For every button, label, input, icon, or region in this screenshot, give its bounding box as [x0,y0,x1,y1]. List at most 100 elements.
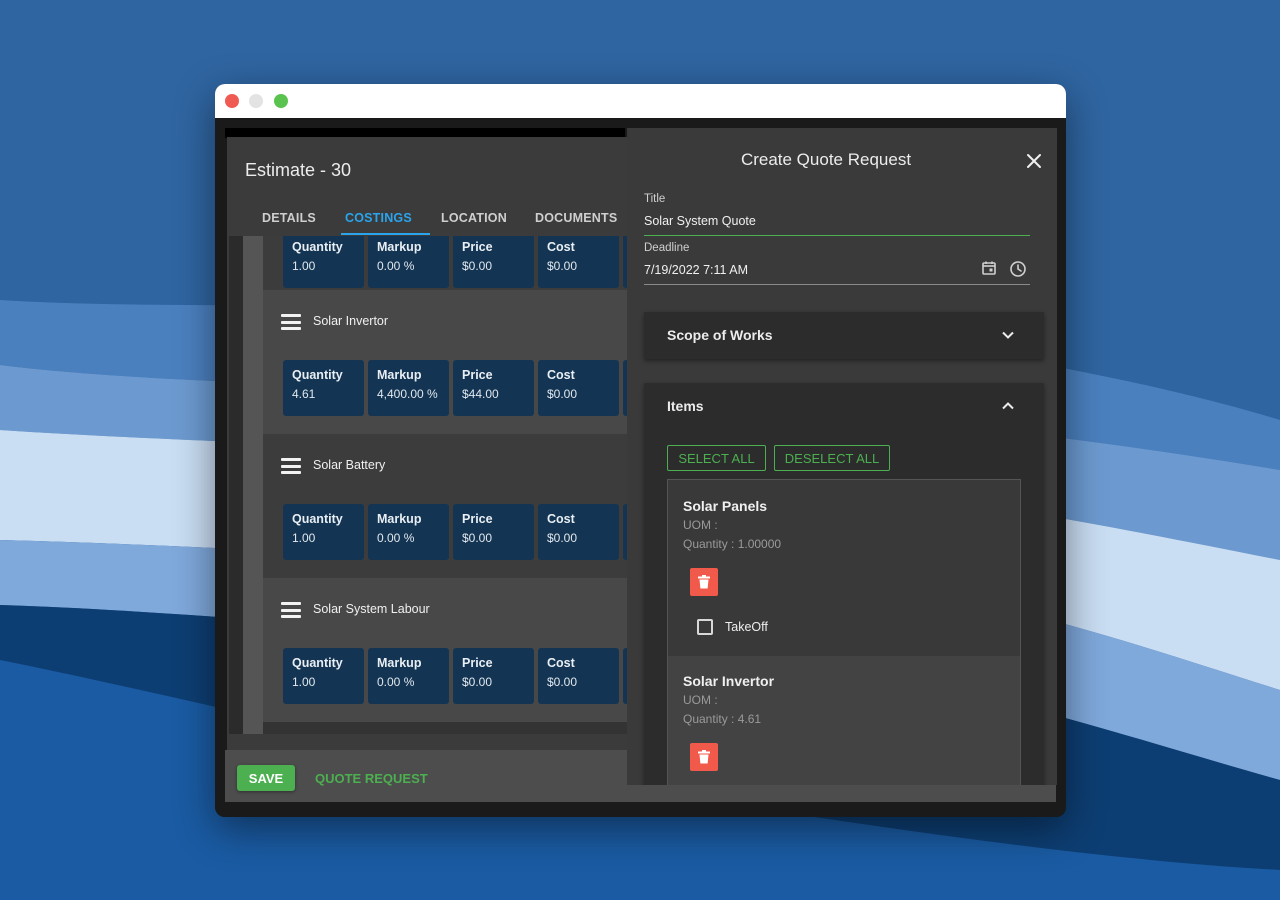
tab-documents[interactable]: DOCUMENTS [535,211,617,225]
drag-handle-icon[interactable] [281,602,301,618]
quantity-card[interactable]: Quantity 4.61 [283,360,364,416]
card-label: Quantity [292,656,343,670]
markup-card[interactable]: Markup 0.00 % [368,504,449,560]
drag-handle-icon[interactable] [281,314,301,330]
title-input-underline [644,235,1030,236]
tab-location[interactable]: LOCATION [441,211,507,225]
deadline-input[interactable]: 7/19/2022 7:11 AM [644,263,748,277]
card-value: $0.00 [547,387,578,401]
card-value: 4,400.00 % [377,387,438,401]
markup-card[interactable]: Markup 0.00 % [368,236,449,288]
row-name: Solar Battery [313,458,386,472]
estimate-panel: Estimate - 30 DETAILS COSTINGS LOCATION … [227,137,647,801]
costing-row[interactable]: Solar System Labour Quantity 1.00 Markup… [263,578,647,722]
item-name: Solar Invertor [683,673,775,689]
costing-row[interactable]: Solar Invertor Quantity 4.61 Markup 4,40… [263,290,647,434]
list-rail-inner [243,236,263,734]
item-quantity: Quantity : 1.00000 [683,537,782,551]
window-zoom-dot[interactable] [274,94,288,108]
markup-card[interactable]: Markup 0.00 % [368,648,449,704]
costing-cards: Quantity 4.61 Markup 4,400.00 % Price $4… [283,360,647,416]
list-item: Solar Invertor UOM : Quantity : 4.61 [668,656,1020,785]
card-value: $0.00 [462,531,493,545]
section-title: Scope of Works [667,327,773,343]
card-value: $0.00 [547,675,578,689]
window-content: Estimate - 30 DETAILS COSTINGS LOCATION … [215,118,1066,817]
save-button[interactable]: SAVE [237,765,295,791]
card-label: Quantity [292,368,343,382]
price-card[interactable]: Price $44.00 [453,360,534,416]
markup-card[interactable]: Markup 4,400.00 % [368,360,449,416]
costing-row[interactable]: Solar Battery Quantity 1.00 Markup 0.00 … [263,434,647,578]
row-name: Solar System Labour [313,602,430,616]
card-value: 4.61 [292,387,316,401]
card-label: Quantity [292,512,343,526]
takeoff-checkbox[interactable] [697,619,713,635]
window-minimize-dot[interactable] [249,94,263,108]
select-all-button[interactable]: SELECT ALL [667,445,766,471]
card-label: Markup [377,512,422,526]
card-label: Price [462,656,493,670]
card-label: Cost [547,368,575,382]
card-value: $44.00 [462,387,499,401]
calendar-icon[interactable] [981,260,997,276]
item-uom: UOM : [683,693,718,707]
tab-bar: DETAILS COSTINGS LOCATION DOCUMENTS [227,211,647,237]
card-label: Markup [377,240,422,254]
quantity-card[interactable]: Quantity 1.00 [283,648,364,704]
close-icon[interactable] [1025,152,1043,170]
costing-row[interactable]: Quantity 1.00 Markup 0.00 % Price $0.00 [263,236,647,290]
card-value: 1.00 [292,531,316,545]
items-list: Solar Panels UOM : Quantity : 1.00000 Ta… [667,479,1021,785]
card-label: Cost [547,512,575,526]
section-title: Items [667,398,704,414]
cost-card[interactable]: Cost $0.00 [538,504,619,560]
card-value: 1.00 [292,675,316,689]
price-card[interactable]: Price $0.00 [453,504,534,560]
trash-icon [698,575,710,589]
card-value: $0.00 [547,259,578,273]
window-close-dot[interactable] [225,94,239,108]
card-value: 0.00 % [377,259,415,273]
card-value: 1.00 [292,259,316,273]
cost-card[interactable]: Cost $0.00 [538,360,619,416]
app-window: Estimate - 30 DETAILS COSTINGS LOCATION … [215,84,1066,817]
checkbox-label: TakeOff [725,620,768,634]
deadline-field-label: Deadline [644,242,690,254]
trash-icon [698,750,710,764]
card-value: $0.00 [462,675,493,689]
tab-costings[interactable]: COSTINGS [345,211,412,225]
clock-icon[interactable] [1009,260,1027,278]
cost-card[interactable]: Cost $0.00 [538,648,619,704]
card-label: Markup [377,368,422,382]
chevron-up-icon[interactable] [1000,398,1016,414]
costings-list[interactable]: Quantity 1.00 Markup 0.00 % Price $0.00 [229,236,647,734]
deselect-all-button[interactable]: DESELECT ALL [774,445,890,471]
tab-details[interactable]: DETAILS [262,211,316,225]
price-card[interactable]: Price $0.00 [453,236,534,288]
quote-request-drawer: Create Quote Request Title Solar System … [627,128,1057,785]
delete-item-button[interactable] [690,568,718,596]
items-section: Items SELECT ALL DESELECT ALL Solar Pane… [644,383,1044,785]
title-input[interactable]: Solar System Quote [644,214,756,228]
chevron-down-icon[interactable] [1000,327,1016,343]
quote-request-button[interactable]: QUOTE REQUEST [313,765,430,791]
quantity-card[interactable]: Quantity 1.00 [283,504,364,560]
drag-handle-icon[interactable] [281,458,301,474]
delete-item-button[interactable] [690,743,718,771]
scope-of-works-section[interactable]: Scope of Works [644,312,1044,359]
card-label: Price [462,240,493,254]
window-titlebar [215,84,1066,118]
card-label: Price [462,512,493,526]
row-name: Solar Invertor [313,314,389,328]
card-value: 0.00 % [377,531,415,545]
quantity-card[interactable]: Quantity 1.00 [283,236,364,288]
cost-card[interactable]: Cost $0.00 [538,236,619,288]
price-card[interactable]: Price $0.00 [453,648,534,704]
costing-cards: Quantity 1.00 Markup 0.00 % Price $0.00 [283,236,647,288]
card-label: Markup [377,656,422,670]
item-uom: UOM : [683,518,718,532]
card-label: Quantity [292,240,343,254]
item-name: Solar Panels [683,498,768,514]
drawer-title: Create Quote Request [740,150,912,169]
